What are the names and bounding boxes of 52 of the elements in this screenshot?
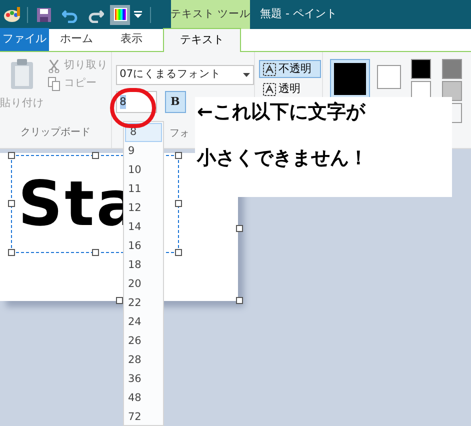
resize-handle[interactable] (92, 249, 99, 256)
resize-handle[interactable] (236, 297, 243, 304)
clipboard-icon (9, 58, 35, 90)
color-1-swatch[interactable] (330, 59, 370, 99)
ribbon-tab[interactable]: ホーム (49, 28, 104, 51)
size-option[interactable]: 14 (124, 218, 163, 237)
size-option[interactable]: 16 (124, 237, 163, 256)
resize-handle[interactable] (8, 249, 15, 256)
palette-swatch[interactable] (442, 81, 462, 101)
group-label: クリップボード (19, 126, 92, 140)
size-option[interactable]: 24 (124, 313, 163, 332)
size-option[interactable]: 12 (124, 199, 163, 218)
background-mode-button[interactable]: 透明 (258, 80, 321, 98)
color-2-swatch[interactable] (377, 65, 401, 89)
save-icon[interactable] (36, 6, 52, 22)
copy-icon (48, 76, 60, 91)
size-option[interactable]: 26 (124, 332, 163, 351)
annotation-text: ←これ以下に文字が (197, 100, 367, 125)
ribbon-tab[interactable]: ファイル (0, 28, 49, 51)
ribbon-tab[interactable]: 表示 (104, 28, 159, 51)
size-option[interactable]: 11 (124, 180, 163, 199)
scissors-icon (48, 58, 60, 73)
size-option[interactable]: 18 (124, 256, 163, 275)
resize-handle[interactable] (8, 200, 15, 207)
size-option[interactable]: 72 (124, 408, 163, 426)
palette-icon[interactable] (3, 6, 23, 24)
window-title: 無題 - ペイント (260, 6, 337, 22)
resize-handle[interactable] (175, 152, 182, 159)
size-option[interactable]: 10 (124, 161, 163, 180)
resize-handle[interactable] (116, 297, 123, 304)
size-option[interactable]: 36 (124, 370, 163, 389)
resize-handle[interactable] (8, 152, 15, 159)
size-option[interactable]: 28 (124, 351, 163, 370)
context-tab-label: テキスト ツール (171, 0, 250, 29)
bold-button[interactable]: B (164, 91, 186, 113)
group-label: フォ (170, 127, 191, 141)
resize-handle[interactable] (92, 152, 99, 159)
palette-swatch[interactable] (442, 59, 462, 79)
palette-swatch[interactable] (411, 59, 431, 79)
text-box-icon (262, 62, 276, 76)
caret-icon[interactable] (134, 10, 142, 18)
resize-handle[interactable] (175, 249, 182, 256)
size-option[interactable]: 48 (124, 389, 163, 408)
resize-handle[interactable] (175, 200, 182, 207)
caret-icon (242, 73, 250, 77)
size-option[interactable]: 20 (124, 275, 163, 294)
font-select[interactable]: 07にくまるフォント (116, 65, 254, 85)
text-box-icon (262, 82, 276, 96)
resize-handle[interactable] (236, 225, 243, 232)
ribbon-tab[interactable]: テキスト (163, 28, 241, 52)
background-mode-button[interactable]: 不透明 (258, 60, 321, 78)
color-edit-icon[interactable] (110, 4, 130, 24)
